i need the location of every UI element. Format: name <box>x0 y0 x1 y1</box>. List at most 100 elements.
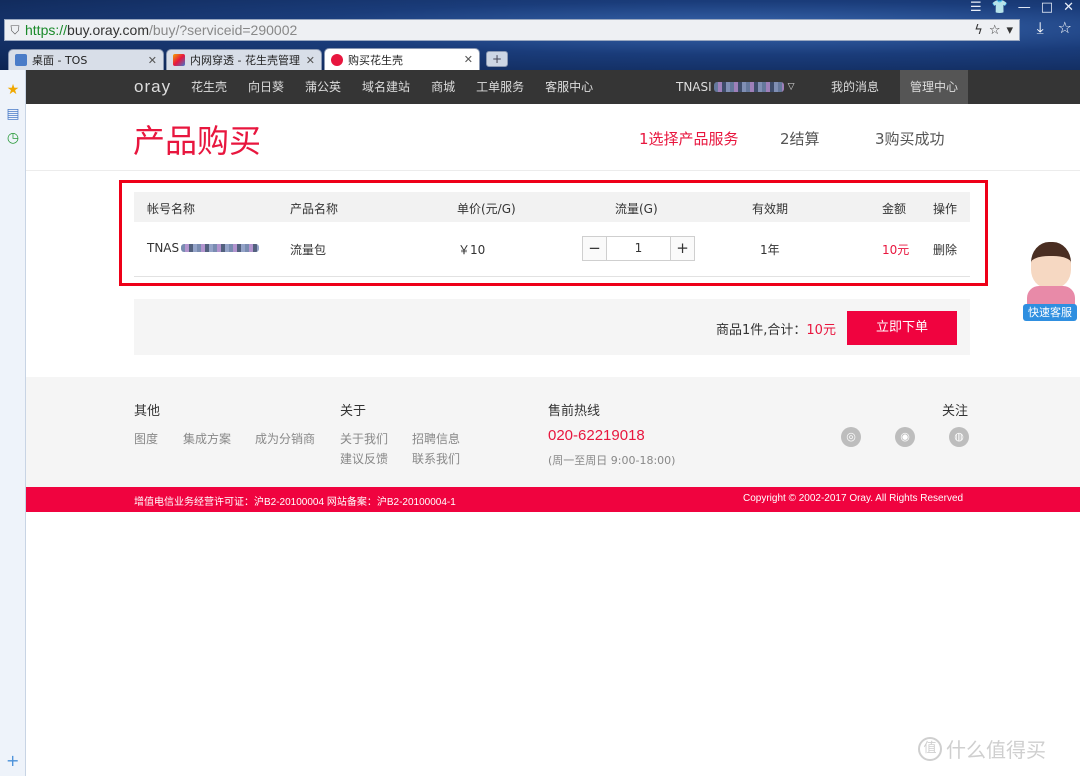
footer-link[interactable]: 成为分销商 <box>255 430 315 447</box>
page-title: 产品购买 <box>133 122 262 160</box>
messages-link[interactable]: 我的消息 <box>831 70 879 104</box>
security-shield-icon[interactable]: ⛉ <box>5 23 25 38</box>
social-icon-1[interactable]: ◎ <box>841 427 861 447</box>
license-text: 增值电信业务经营许可证：沪B2-20100004 网站备案：沪B2-201000… <box>134 497 456 508</box>
footer-link[interactable]: 图度 <box>134 430 158 447</box>
url-text[interactable]: https://buy.oray.com/buy/?serviceid=2900… <box>25 22 297 38</box>
place-order-button[interactable]: 立即下单 <box>847 311 957 345</box>
browser-chrome: ☰ 👕 — □ ✕ ⛉ https://buy.oray.com/buy/?se… <box>0 0 1080 70</box>
col-quantity: 流量(G) <box>615 202 658 216</box>
divider <box>26 170 1080 171</box>
footer-link[interactable]: 建议反馈 <box>340 450 388 467</box>
management-center-link[interactable]: 管理中心 <box>900 70 968 104</box>
col-validity: 有效期 <box>752 202 789 216</box>
history-icon[interactable]: ◷ <box>0 130 26 146</box>
sidebar-add-icon[interactable]: + <box>6 751 19 770</box>
watermark: 值 什么值得买 <box>918 734 1046 763</box>
delete-link[interactable]: 删除 <box>933 241 957 258</box>
col-action: 操作 <box>933 202 958 216</box>
tab-close-icon[interactable]: ✕ <box>306 54 315 67</box>
customer-service-widget[interactable]: 快速客服 <box>1021 242 1079 322</box>
download-icon[interactable]: ⤓ <box>1037 18 1044 38</box>
cell-validity: 1年 <box>760 243 780 257</box>
tab-close-icon[interactable]: ✕ <box>464 53 473 66</box>
tab-desktop[interactable]: 桌面 - TOS ✕ <box>8 49 164 70</box>
window-controls: ☰ 👕 — □ ✕ <box>970 0 1074 15</box>
order-summary <box>134 299 970 355</box>
nav-link[interactable]: 域名建站 <box>362 70 410 104</box>
license-bar: 增值电信业务经营许可证：沪B2-20100004 网站备案：沪B2-201000… <box>26 487 1080 512</box>
redacted-account <box>181 244 260 252</box>
watermark-logo-icon: 值 <box>918 736 942 761</box>
skin-icon[interactable]: 👕 <box>992 0 1008 15</box>
tab-buy[interactable]: 购买花生壳 ✕ <box>324 48 480 70</box>
col-account: 帐号名称 <box>147 202 196 216</box>
step-checkout: 2结算 <box>780 130 820 148</box>
copyright-text: Copyright © 2002-2017 Oray. All Rights R… <box>743 493 964 504</box>
nav-link[interactable]: 蒲公英 <box>305 70 341 104</box>
nav-link[interactable]: 工单服务 <box>476 70 524 104</box>
row-divider <box>134 276 970 277</box>
wechat-icon[interactable]: ◉ <box>895 427 915 447</box>
cell-account: TNAS <box>147 241 260 255</box>
hotline-number: 020-62219018 <box>548 427 645 444</box>
footer-follow-title: 关注 <box>942 404 969 419</box>
quantity-stepper: − 1 + <box>582 236 695 261</box>
summary-amount: 10元 <box>806 323 836 338</box>
oray-logo[interactable]: oray <box>134 77 171 97</box>
service-avatar-icon <box>1031 242 1071 288</box>
user-menu[interactable]: TNASI ▽ <box>676 70 795 104</box>
tos-favicon-icon <box>15 54 27 66</box>
footer-link[interactable]: 关于我们 <box>340 430 388 447</box>
footer-other-title: 其他 <box>134 404 161 419</box>
increase-button[interactable]: + <box>670 237 694 260</box>
nav-link[interactable]: 向日葵 <box>248 70 284 104</box>
table-header <box>134 192 970 222</box>
tab-close-icon[interactable]: ✕ <box>148 54 157 67</box>
bookmark-star-icon[interactable]: ☆ <box>1058 18 1072 38</box>
dropdown-icon[interactable]: ▾ <box>1006 23 1013 38</box>
tab-strip: 桌面 - TOS ✕ 内网穿透 - 花生壳管理 ✕ 购买花生壳 ✕ + <box>8 48 508 70</box>
footer-about-title: 关于 <box>340 404 367 419</box>
cell-amount: 10元 <box>882 243 910 257</box>
footer-link[interactable]: 招聘信息 <box>412 430 460 447</box>
nav-link[interactable]: 花生壳 <box>191 70 227 104</box>
minimize-icon[interactable]: — <box>1018 0 1031 15</box>
lightning-icon[interactable]: ϟ <box>974 23 983 38</box>
favorite-star-icon[interactable]: ☆ <box>989 23 1001 38</box>
redacted-username <box>713 82 784 92</box>
web-page: oray 花生壳 向日葵 蒲公英 域名建站 商城 工单服务 客服中心 TNASI… <box>26 70 1080 776</box>
oray-favicon-icon <box>173 54 185 66</box>
col-product: 产品名称 <box>290 202 339 216</box>
browser-sidebar: ★ ▤ ◷ <box>0 70 26 776</box>
footer-hotline-title: 售前热线 <box>548 404 601 419</box>
footer-link[interactable]: 联系我们 <box>412 450 460 467</box>
cell-price: ￥10 <box>458 243 486 257</box>
nav-link[interactable]: 客服中心 <box>545 70 593 104</box>
nav-link[interactable]: 商城 <box>431 70 455 104</box>
step-success: 3购买成功 <box>875 130 945 148</box>
top-nav: oray 花生壳 向日葵 蒲公英 域名建站 商城 工单服务 客服中心 TNASI… <box>26 70 1080 104</box>
quantity-input[interactable]: 1 <box>607 237 670 260</box>
favorites-icon[interactable]: ★ <box>0 82 26 98</box>
maximize-icon[interactable]: □ <box>1041 0 1053 15</box>
new-tab-button[interactable]: + <box>486 51 508 67</box>
decrease-button[interactable]: − <box>583 237 607 260</box>
hotline-hours: (周一至周日 9:00-18:00) <box>548 454 676 467</box>
tab-intranet[interactable]: 内网穿透 - 花生壳管理 ✕ <box>166 49 322 70</box>
peanut-favicon-icon <box>331 53 343 66</box>
cell-product: 流量包 <box>290 243 327 257</box>
nav-links: 花生壳 向日葵 蒲公英 域名建站 商城 工单服务 客服中心 <box>191 70 614 104</box>
summary-text: 商品1件,合计：10元 <box>716 323 836 338</box>
step-select-product: 1选择产品服务 <box>639 130 739 148</box>
weibo-icon[interactable]: ◍ <box>949 427 969 447</box>
reading-list-icon[interactable]: ▤ <box>0 106 26 122</box>
close-icon[interactable]: ✕ <box>1063 0 1074 15</box>
address-bar[interactable]: ⛉ https://buy.oray.com/buy/?serviceid=29… <box>4 19 1020 41</box>
col-amount: 金额 <box>882 202 907 216</box>
menu-icon[interactable]: ☰ <box>970 0 982 15</box>
quick-service-button[interactable]: 快速客服 <box>1023 304 1077 321</box>
footer-link[interactable]: 集成方案 <box>183 430 231 447</box>
chevron-down-icon: ▽ <box>787 82 795 92</box>
col-price: 单价(元/G) <box>457 202 516 216</box>
